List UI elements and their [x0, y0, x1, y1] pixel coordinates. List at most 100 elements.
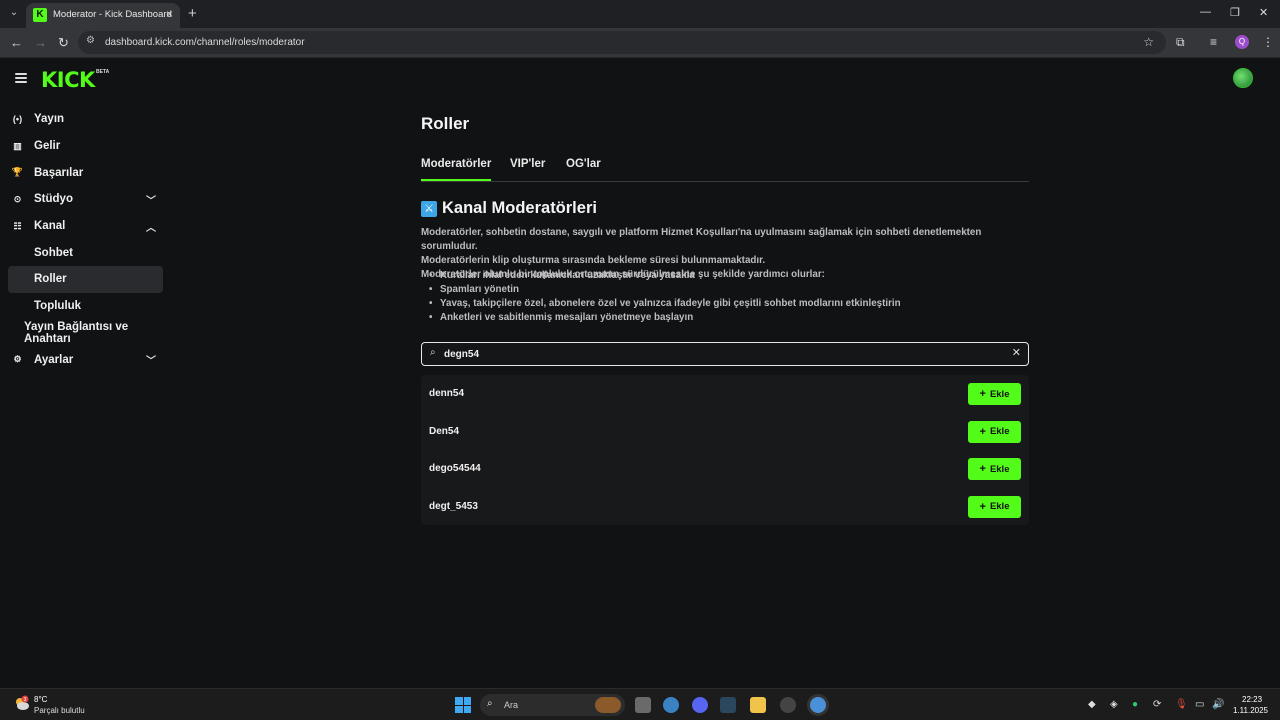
sidebar-item-kanal[interactable]: ☷ Kanal ︿ [0, 213, 170, 240]
sidebar-item-label: Gelir [34, 140, 61, 153]
bullet-list: Kuralları ihlal eden kullanıcıları uzakl… [421, 269, 901, 325]
plus-icon: + [979, 463, 986, 475]
sidebar-item-topluluk[interactable]: Topluluk [0, 293, 170, 320]
result-username: Den54 [429, 425, 460, 437]
new-tab-icon[interactable]: + [188, 5, 197, 22]
browser-profile-avatar[interactable]: Q [1235, 35, 1249, 49]
steam-icon[interactable] [720, 697, 736, 713]
back-icon[interactable]: ← [10, 35, 23, 50]
network-icon[interactable]: ▭ [1195, 699, 1204, 710]
app-icon[interactable] [663, 697, 679, 713]
list-item: degt_5453 + Ekle [421, 488, 1029, 526]
discord-icon[interactable] [692, 697, 708, 713]
clock-time[interactable]: 22:23 [1242, 695, 1262, 704]
file-explorer-icon[interactable] [635, 697, 651, 713]
clock-date[interactable]: 1.11.2025 [1233, 706, 1268, 715]
moderator-sword-icon: ⚔ [421, 200, 437, 217]
sidebar-item-ayarlar[interactable]: ⚙ Ayarlar ﹀ [0, 346, 170, 373]
tray-app-icon[interactable]: ◈ [1110, 699, 1118, 710]
trophy-icon: 🏆 [11, 167, 24, 178]
add-button[interactable]: + Ekle [968, 420, 1021, 443]
kick-logo[interactable]: KICK [41, 68, 95, 92]
extensions-icon[interactable]: ⧉ [1176, 35, 1185, 50]
weather-cloud-icon[interactable]: 3 [13, 695, 31, 713]
status-dot-icon[interactable]: ● [1132, 699, 1138, 710]
chevron-down-icon[interactable]: ﹀ [146, 352, 156, 367]
omnibox[interactable]: ⚙ dashboard.kick.com/channel/roles/moder… [78, 31, 1166, 54]
search-icon: ⌕ [430, 347, 436, 358]
taskbar-search-label: Ara [504, 700, 519, 710]
address-bar: ← → ↻ ⚙ dashboard.kick.com/channel/roles… [0, 28, 1280, 58]
add-button[interactable]: + Ekle [968, 495, 1021, 518]
gear-icon: ⚙ [13, 354, 22, 365]
media-control-icon[interactable]: ≡ [1210, 35, 1217, 49]
result-username: dego54544 [429, 463, 481, 474]
search-icon: ⌕ [487, 698, 493, 709]
weather-badge: 3 [24, 697, 27, 703]
sync-icon[interactable]: ⟳ [1153, 699, 1161, 710]
sidebar-item-sohbet[interactable]: Sohbet [0, 239, 170, 266]
result-username: degt_5453 [429, 500, 478, 512]
url-text[interactable]: dashboard.kick.com/channel/roles/moderat… [105, 37, 305, 48]
add-button[interactable]: + Ekle [968, 458, 1021, 480]
chevron-up-icon[interactable]: ︿ [146, 219, 156, 234]
taskbar: 3 8°C Parçalı bulutlu ⌕ Ara ◆ ◈ ● ⟳ 🎙 ▭ … [0, 688, 1280, 720]
sidebar-item-stream-key[interactable]: Yayın Bağlantısı ve Anahtarı [0, 320, 170, 347]
weather-desc: Parçalı bulutlu [34, 706, 85, 715]
roles-tabs: Moderatörler VIP'ler OG'lar [421, 158, 1029, 182]
section-title: Kanal Moderatörleri [442, 199, 597, 217]
tab-vips[interactable]: VIP'ler [510, 158, 545, 170]
window-close-icon[interactable]: ✕ [1259, 6, 1268, 19]
description-line: Moderatörlerin klip oluşturma sırasında … [421, 255, 766, 266]
sidebar-item-basarilar[interactable]: 🏆 Başarılar [0, 159, 170, 186]
hamburger-menu-icon[interactable] [15, 73, 27, 83]
tab-title: Moderator - Kick Dashboard [53, 9, 172, 20]
bullet-item: Spamları yönetin [421, 283, 901, 297]
sidebar-item-roller[interactable]: Roller [8, 266, 163, 293]
plus-icon: + [979, 500, 986, 513]
description-line: Moderatörler, sohbetin dostane, saygılı … [421, 227, 982, 252]
restore-icon[interactable]: ❐ [1230, 6, 1240, 19]
section-header: ⚔ Kanal Moderatörleri [421, 199, 597, 218]
windows-start-icon[interactable] [455, 697, 471, 713]
list-item: denn54 + Ekle [421, 375, 1029, 413]
sidebar-item-gelir[interactable]: ▥ Gelir [0, 133, 170, 160]
add-label: Ekle [989, 388, 1010, 400]
search-highlight-icon[interactable] [595, 697, 621, 713]
search-input[interactable] [444, 347, 1004, 361]
microphone-icon[interactable]: 🎙 [1175, 699, 1188, 710]
volume-icon[interactable]: 🔊 [1212, 699, 1224, 710]
reload-icon[interactable]: ↻ [58, 35, 69, 51]
tab-moderators[interactable]: Moderatörler [421, 158, 492, 181]
bookmark-star-icon[interactable]: ☆ [1143, 35, 1154, 49]
add-label: Ekle [989, 501, 1010, 512]
tab-ogs[interactable]: OG'lar [566, 158, 601, 170]
studio-icon: ⊙ [13, 193, 22, 204]
plus-icon: + [979, 425, 986, 438]
browser-menu-icon[interactable]: ⋮ [1262, 35, 1274, 49]
kick-favicon-icon: K [33, 8, 47, 22]
tab-close-icon[interactable]: × [166, 7, 173, 21]
tab-search-icon[interactable]: ⌄ [6, 5, 22, 21]
sidebar-item-label: Başarılar [34, 166, 84, 179]
revenue-icon: ▥ [13, 140, 22, 151]
chevron-down-icon[interactable]: ﹀ [146, 192, 156, 207]
sidebar-item-label: Yayın [34, 113, 65, 126]
sidebar-item-yayin[interactable]: (•) Yayın [0, 106, 170, 133]
search-results: denn54 + Ekle Den54 + Ekle dego54544 + Ekle… [421, 375, 1029, 525]
minimize-icon[interactable]: — [1200, 6, 1211, 18]
sidebar-item-studyo[interactable]: ⊙ Stüdyo ﹀ [0, 186, 170, 213]
app-header: KICK BETA [0, 58, 1280, 102]
list-item: Den54 + Ekle [421, 413, 1029, 451]
user-avatar[interactable] [1233, 68, 1253, 88]
weather-temp: 8°C [34, 695, 48, 704]
forward-icon[interactable]: → [34, 35, 47, 50]
app-icon[interactable] [780, 697, 796, 713]
chrome-icon[interactable] [810, 697, 826, 713]
browser-tab[interactable]: K Moderator - Kick Dashboard × [26, 3, 180, 28]
add-button[interactable]: + Ekle [968, 383, 1021, 405]
app-icon[interactable] [750, 697, 766, 713]
clear-icon[interactable]: ✕ [1012, 346, 1021, 359]
site-info-icon[interactable]: ⚙ [86, 35, 95, 46]
steam-tray-icon[interactable]: ◆ [1088, 699, 1096, 710]
